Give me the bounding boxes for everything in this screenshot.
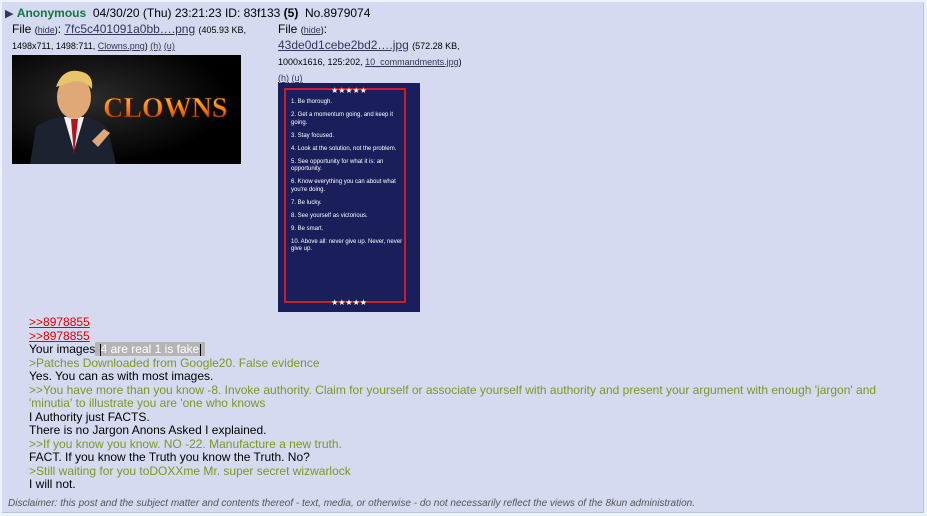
stars-top: ★★★★★ bbox=[331, 86, 367, 95]
post-number-link[interactable]: No.8979074 bbox=[305, 6, 370, 20]
file-1-h-link[interactable]: (h) bbox=[150, 41, 161, 51]
commandment-item: 4. Look at the solution, not the problem… bbox=[291, 145, 397, 152]
body-line: Yes. You can as with most images. bbox=[29, 369, 214, 383]
file-1-thumbnail[interactable]: CLOWNS bbox=[12, 55, 241, 164]
body-line: I will not. bbox=[29, 477, 76, 491]
file-1-u-link[interactable]: (u) bbox=[164, 41, 175, 51]
clowns-text: CLOWNS bbox=[103, 93, 227, 124]
file-2-label: File bbox=[278, 22, 298, 36]
commandment-item: 6. Know everything you can about what yo… bbox=[291, 179, 396, 193]
post-body: >>8978855 >>8978855 Your images 4 are re… bbox=[29, 315, 909, 492]
commandment-item: 3. Stay focused. bbox=[291, 132, 335, 139]
file-1-hide-link[interactable]: hide bbox=[38, 25, 55, 35]
poster-id[interactable]: ID: 83f133 bbox=[225, 6, 280, 20]
file-2-h-link[interactable]: (h) bbox=[278, 73, 289, 83]
commandment-item: 7. Be lucky. bbox=[291, 199, 322, 206]
file-2: File (hide): 43de0d1cebe2bd2….jpg (572.2… bbox=[278, 22, 468, 86]
post-intro: ▶ Anonymous 04/30/20 (Thu) 23:21:23 ID: … bbox=[5, 6, 370, 20]
file-1: File (hide): 7fc5c401091a0bb….png (405.9… bbox=[12, 22, 262, 54]
greentext-line: >Still waiting for you toDOXXme Mr. supe… bbox=[29, 463, 351, 478]
post-menu-arrow-icon[interactable]: ▶ bbox=[5, 8, 13, 20]
commandment-item: 10. Above all: never give up. Never, nev… bbox=[291, 238, 403, 253]
file-2-u-link[interactable]: (u) bbox=[292, 73, 303, 83]
file-2-hide-link[interactable]: hide bbox=[304, 25, 321, 35]
commandment-item: 5. See opportunity for what it is: an op… bbox=[291, 158, 384, 173]
greentext-line: >>If you know you know. NO -22. Manufact… bbox=[29, 436, 342, 451]
quote-link[interactable]: >>8978855 bbox=[29, 315, 90, 329]
file-1-filename-link[interactable]: 7fc5c401091a0bb….png bbox=[64, 22, 195, 36]
poster-id-count: (5) bbox=[283, 6, 299, 20]
stars-bottom: ★★★★★ bbox=[331, 298, 367, 307]
body-line: FACT. If you know the Truth you know the… bbox=[29, 450, 310, 464]
body-line: Your images bbox=[29, 342, 96, 356]
commandment-item: 9. Be smart. bbox=[291, 225, 324, 232]
text-cursor bbox=[200, 343, 202, 356]
poster-name: Anonymous bbox=[16, 6, 87, 20]
file-2-original-name[interactable]: 10_commandments.jpg bbox=[365, 57, 459, 67]
commandments-list: 1. Be thorough. 2. Get a momentum going,… bbox=[291, 99, 411, 259]
file-1-info: File (hide): 7fc5c401091a0bb….png (405.9… bbox=[12, 22, 247, 51]
greentext-line: >>You have more than you know -8. Invoke… bbox=[29, 382, 877, 410]
file-2-thumbnail[interactable]: ★★★★★ ★★★★★ 1. Be thorough. 2. Get a mom… bbox=[278, 83, 420, 312]
post-reply: ▶ Anonymous 04/30/20 (Thu) 23:21:23 ID: … bbox=[2, 2, 924, 513]
spoiler-text[interactable]: 4 are real 1 is fake bbox=[95, 342, 205, 356]
file-1-label: File bbox=[12, 22, 32, 36]
commandment-item: 2. Get a momentum going, and keep it goi… bbox=[291, 112, 394, 126]
body-line: There is no Jargon Anons Asked I explain… bbox=[29, 423, 267, 437]
body-line: I Authority just FACTS. bbox=[29, 409, 150, 424]
disclaimer: Disclaimer: this post and the subject ma… bbox=[8, 498, 695, 509]
quote-link[interactable]: >>8978855 bbox=[29, 329, 90, 343]
commandment-item: 8. See yourself as victorious. bbox=[291, 212, 368, 219]
file-1-original-name[interactable]: Clowns.png bbox=[98, 41, 145, 51]
clowns-image: CLOWNS bbox=[12, 55, 241, 164]
file-2-filename-link[interactable]: 43de0d1cebe2bd2….jpg bbox=[278, 38, 409, 52]
commandment-item: 1. Be thorough. bbox=[291, 99, 333, 105]
greentext-line: >Patches Downloaded from Google20. False… bbox=[29, 355, 320, 370]
spoiler-content: 4 are real 1 is fake bbox=[100, 342, 200, 356]
post-date: 04/30/20 (Thu) 23:21:23 bbox=[92, 6, 222, 20]
file-2-info: File (hide): 43de0d1cebe2bd2….jpg (572.2… bbox=[278, 22, 462, 83]
